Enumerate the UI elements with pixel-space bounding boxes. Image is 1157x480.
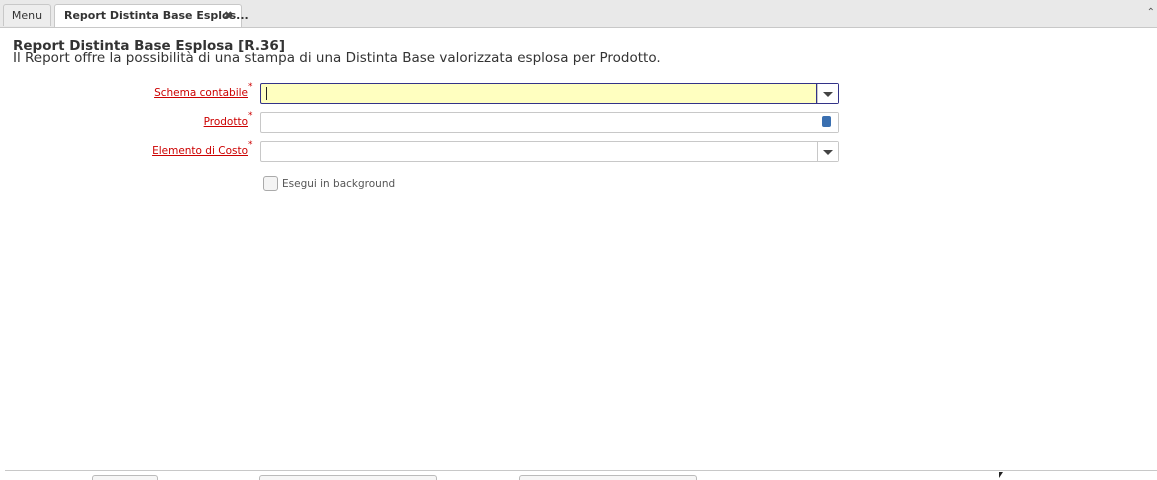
book-icon	[822, 116, 831, 127]
tab-menu[interactable]: Menu	[3, 4, 51, 26]
schema-contabile-dropdown-button[interactable]	[817, 84, 838, 103]
required-marker: *	[248, 140, 253, 150]
schema-contabile-field[interactable]	[260, 83, 839, 104]
close-icon[interactable]: ✖	[224, 5, 233, 27]
tab-report-label: Report Distinta Base Esplos...	[64, 9, 249, 22]
prodotto-search-button[interactable]	[817, 113, 838, 132]
tab-report[interactable]: Report Distinta Base Esplos... ✖	[54, 4, 249, 27]
prodotto-field[interactable]	[260, 112, 839, 133]
mouse-cursor-icon	[999, 472, 1003, 478]
prodotto-input[interactable]	[261, 113, 816, 132]
schema-contabile-input[interactable]	[261, 84, 817, 103]
page-description: Il Report offre la possibilità di una st…	[13, 50, 661, 66]
collapse-icon[interactable]: ⌃	[1147, 7, 1155, 18]
tab-menu-label: Menu	[11, 9, 43, 22]
chevron-down-icon	[823, 92, 833, 97]
elemento-di-costo-field[interactable]	[260, 141, 839, 162]
background-checkbox[interactable]	[263, 176, 278, 191]
required-marker: *	[248, 82, 253, 92]
elemento-di-costo-dropdown-button[interactable]	[817, 142, 838, 161]
prodotto-label[interactable]: Prodotto	[204, 116, 248, 128]
elemento-di-costo-input[interactable]	[261, 142, 816, 161]
chevron-down-icon	[823, 150, 833, 155]
footer-divider	[5, 470, 1157, 471]
required-marker: *	[248, 111, 253, 121]
text-caret	[266, 87, 267, 100]
tab-bar: Menu Report Distinta Base Esplos... ✖ ⌃	[0, 0, 1157, 28]
schema-contabile-label[interactable]: Schema contabile	[154, 87, 248, 99]
elemento-di-costo-label[interactable]: Elemento di Costo	[152, 145, 248, 157]
background-checkbox-label[interactable]: Esegui in background	[282, 178, 395, 190]
